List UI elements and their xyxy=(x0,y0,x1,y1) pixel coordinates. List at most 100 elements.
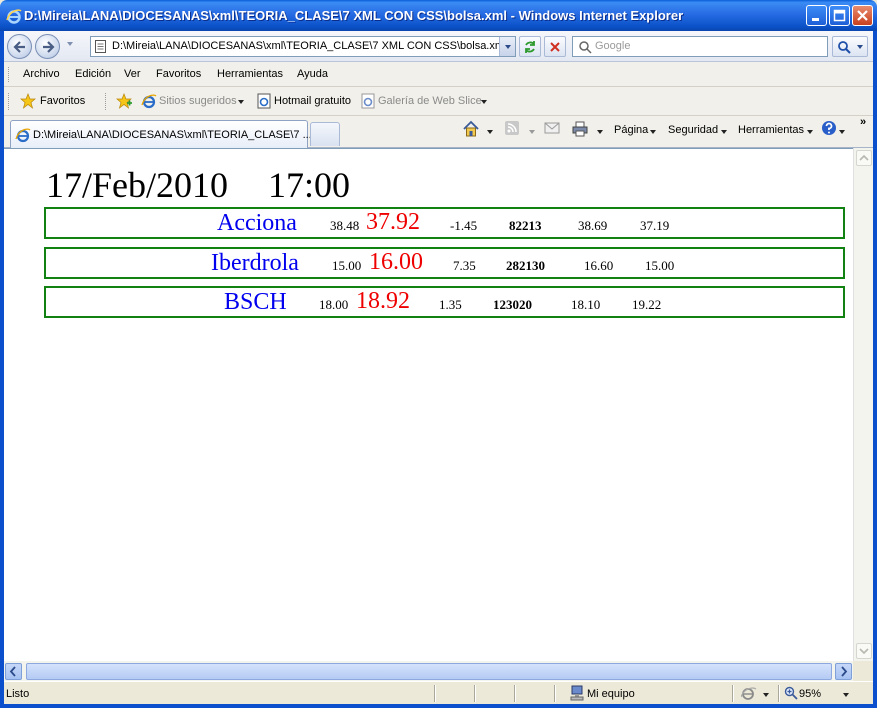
tab-bolsa[interactable]: D:\Mireia\LANA\DIOCESANAS\xml\TEORIA_CLA… xyxy=(10,120,312,148)
menu-ayuda[interactable]: Ayuda xyxy=(297,68,328,80)
home-dropdown[interactable] xyxy=(487,130,493,134)
status-separator xyxy=(554,685,556,702)
forward-button[interactable] xyxy=(35,34,60,59)
chevron-right-icon xyxy=(841,666,848,677)
add-favorite-icon[interactable] xyxy=(116,93,132,109)
search-box[interactable]: Google xyxy=(572,36,828,57)
status-separator xyxy=(474,685,476,702)
horizontal-scrollbar[interactable] xyxy=(4,661,853,681)
menu-archivo[interactable]: Archivo xyxy=(23,68,60,80)
search-icon xyxy=(838,41,851,54)
search-button[interactable] xyxy=(832,36,868,57)
recent-pages-dropdown[interactable] xyxy=(67,42,73,46)
stock-open: 18.00 xyxy=(319,297,349,312)
back-button[interactable] xyxy=(7,34,32,59)
stock-name: BSCH xyxy=(224,289,287,315)
menu-favoritos[interactable]: Favoritos xyxy=(156,68,201,80)
close-icon xyxy=(857,10,868,21)
horizontal-scroll-thumb[interactable] xyxy=(26,663,832,680)
search-options-dropdown[interactable] xyxy=(857,45,863,49)
status-separator xyxy=(434,685,436,702)
feeds-icon[interactable] xyxy=(504,120,520,136)
hotmail-page-icon xyxy=(257,93,271,109)
help-icon[interactable] xyxy=(821,120,837,136)
zoom-level[interactable]: 95% xyxy=(799,688,821,700)
menu-edicion[interactable]: Edición xyxy=(75,68,111,80)
safety-menu[interactable]: Seguridad xyxy=(668,124,718,136)
stock-change: -1.45 xyxy=(450,218,478,233)
stock-price: 37.92 xyxy=(366,209,420,235)
favorites-bar: Favoritos Sitios sugeridos Hotmail gratu… xyxy=(4,87,873,116)
scroll-down-button[interactable] xyxy=(856,643,872,659)
protected-mode-icon[interactable] xyxy=(741,686,757,701)
minimize-icon xyxy=(812,18,819,21)
stock-price: 16.00 xyxy=(369,249,423,275)
menu-ver[interactable]: Ver xyxy=(124,68,141,80)
status-bar: Listo Mi equipo 95% xyxy=(4,681,873,704)
date-time-heading: 17/Feb/2010 17:00 xyxy=(46,164,350,206)
close-button[interactable] xyxy=(852,5,873,26)
refresh-button[interactable] xyxy=(519,36,541,57)
title-bar: D:\Mireia\LANA\DIOCESANAS\xml\TEORIA_CLA… xyxy=(0,0,877,31)
vertical-scrollbar[interactable] xyxy=(853,148,873,661)
protected-mode-dropdown[interactable] xyxy=(763,693,769,697)
new-tab-button[interactable] xyxy=(310,122,340,146)
stock-change: 7.35 xyxy=(453,258,476,273)
menu-bar: Archivo Edición Ver Favoritos Herramient… xyxy=(4,62,873,87)
address-url[interactable]: D:\Mireia\LANA\DIOCESANAS\xml\TEORIA_CLA… xyxy=(112,40,506,52)
favorites-separator xyxy=(105,93,107,110)
page-menu[interactable]: Página xyxy=(614,124,648,136)
stock-name: Acciona xyxy=(217,210,297,236)
suggested-sites-link[interactable]: Sitios sugeridos xyxy=(159,95,237,107)
stop-icon xyxy=(550,42,560,52)
maximize-button[interactable] xyxy=(829,5,850,26)
scroll-up-button[interactable] xyxy=(856,150,872,166)
safety-menu-caret xyxy=(721,130,727,134)
read-mail-icon[interactable] xyxy=(544,120,560,136)
scroll-left-button[interactable] xyxy=(5,663,22,680)
web-slice-dropdown[interactable] xyxy=(481,100,487,104)
feeds-dropdown[interactable] xyxy=(529,130,535,134)
date: 17/Feb/2010 xyxy=(46,165,229,205)
forward-arrow-icon xyxy=(43,41,55,53)
stock-high: 38.69 xyxy=(578,218,608,233)
home-icon[interactable] xyxy=(462,120,480,138)
web-slice-gallery-link[interactable]: Galería de Web Slice xyxy=(378,95,482,107)
tools-menu[interactable]: Herramientas xyxy=(738,124,804,136)
address-dropdown[interactable] xyxy=(499,37,515,56)
security-zone[interactable]: Mi equipo xyxy=(587,688,635,700)
status-separator xyxy=(778,685,780,702)
scroll-right-button[interactable] xyxy=(835,663,852,680)
tab-label: D:\Mireia\LANA\DIOCESANAS\xml\TEORIA_CLA… xyxy=(33,129,312,141)
print-dropdown[interactable] xyxy=(597,130,603,134)
favorites-star-icon xyxy=(20,93,36,109)
chevron-more-icon[interactable]: » xyxy=(860,116,866,128)
page-content: 17/Feb/2010 17:00 Acciona 38.48 37.92 -1… xyxy=(4,148,853,661)
address-bar[interactable]: D:\Mireia\LANA\DIOCESANAS\xml\TEORIA_CLA… xyxy=(90,36,516,57)
hotmail-link[interactable]: Hotmail gratuito xyxy=(274,95,351,107)
stock-row: Iberdrola 15.00 16.00 7.35 282130 16.60 … xyxy=(44,247,845,279)
suggested-sites-dropdown[interactable] xyxy=(238,100,244,104)
stock-low: 37.19 xyxy=(640,218,670,233)
web-slice-icon xyxy=(361,93,375,109)
stock-high: 16.60 xyxy=(584,258,614,273)
minimize-button[interactable] xyxy=(806,5,827,26)
zoom-dropdown[interactable] xyxy=(843,693,849,697)
stock-high: 18.10 xyxy=(571,297,601,312)
search-input[interactable]: Google xyxy=(595,40,630,52)
stop-button[interactable] xyxy=(544,36,566,57)
chevron-down-icon xyxy=(859,648,869,655)
menu-herramientas[interactable]: Herramientas xyxy=(217,68,283,80)
time: 17:00 xyxy=(268,165,351,205)
print-icon[interactable] xyxy=(571,120,589,138)
stock-row: Acciona 38.48 37.92 -1.45 82213 38.69 37… xyxy=(44,207,845,239)
maximize-icon xyxy=(833,9,846,22)
computer-zone-icon xyxy=(570,685,584,701)
back-arrow-icon xyxy=(13,41,25,53)
stock-change: 1.35 xyxy=(439,297,462,312)
favorites-button[interactable]: Favoritos xyxy=(40,95,85,107)
stock-row: BSCH 18.00 18.92 1.35 123020 18.10 19.22 xyxy=(44,286,845,318)
page-menu-caret xyxy=(650,130,656,134)
stock-volume: 82213 xyxy=(509,218,542,233)
help-dropdown[interactable] xyxy=(839,130,845,134)
